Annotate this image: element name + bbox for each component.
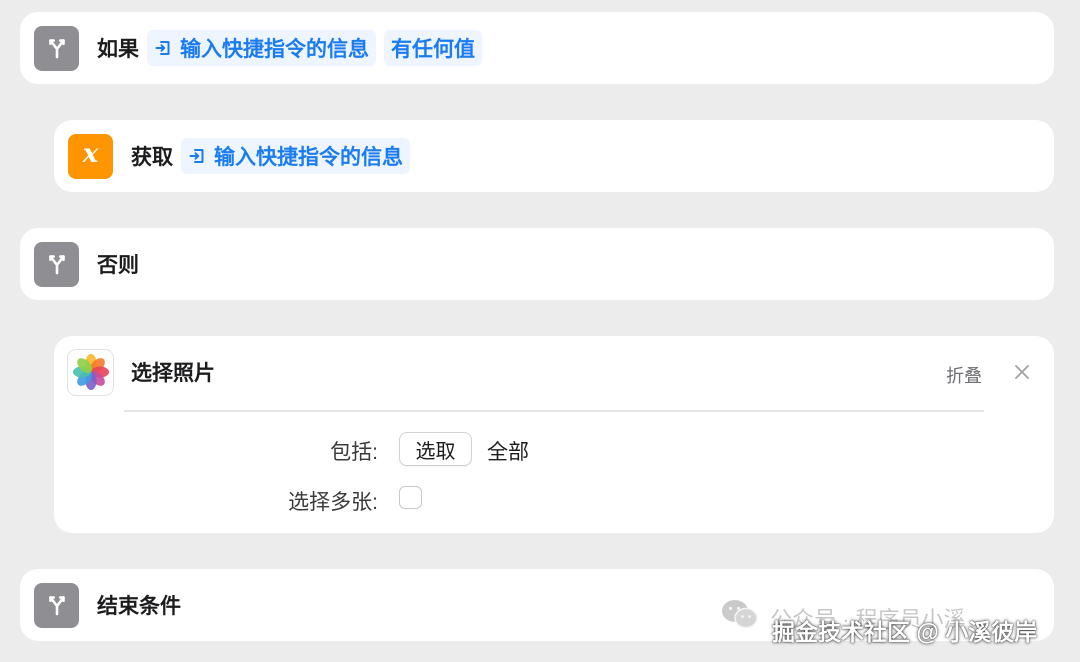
close-icon[interactable] <box>1012 362 1032 382</box>
include-pick-button[interactable]: 选取 <box>399 432 472 466</box>
photos-app-icon <box>68 349 113 395</box>
get-variable-action-card[interactable]: x 获取 输入快捷指令的信息 <box>54 120 1054 192</box>
if-condition-label: 有任何值 <box>391 38 475 61</box>
branch-icon <box>34 25 79 71</box>
shortcut-input-icon <box>154 39 172 57</box>
otherwise-action-card[interactable]: 否则 <box>20 228 1054 300</box>
select-multiple-checkbox[interactable] <box>399 486 422 509</box>
otherwise-title: 否则 <box>97 254 139 277</box>
include-value: 全部 <box>487 441 529 464</box>
get-variable-token[interactable]: 输入快捷指令的信息 <box>181 138 410 174</box>
if-variable-label: 输入快捷指令的信息 <box>180 38 369 61</box>
shortcut-input-icon <box>188 147 206 165</box>
get-variable-label: 输入快捷指令的信息 <box>214 146 403 169</box>
end-if-title: 结束条件 <box>97 595 181 618</box>
variable-x-icon: x <box>68 133 113 179</box>
if-variable-token[interactable]: 输入快捷指令的信息 <box>147 30 376 66</box>
if-action-card[interactable]: 如果 输入快捷指令的信息 有任何值 <box>20 12 1054 84</box>
wechat-icon <box>720 598 760 637</box>
include-label: 包括: <box>330 441 378 464</box>
get-title: 获取 <box>131 146 173 169</box>
credit-text: 掘金技术社区 @ 小溪彼岸 <box>772 619 1038 645</box>
if-title: 如果 <box>97 38 139 61</box>
select-multiple-label: 选择多张: <box>288 491 378 514</box>
branch-icon <box>34 241 79 287</box>
collapse-button[interactable]: 折叠 <box>946 362 982 388</box>
branch-icon <box>34 582 79 628</box>
if-condition-token[interactable]: 有任何值 <box>384 30 482 66</box>
select-photos-title: 选择照片 <box>131 362 215 385</box>
divider <box>124 410 984 412</box>
select-photos-action-card[interactable]: 选择照片 折叠 包括: 选取 全部 选择多张: <box>54 336 1054 533</box>
